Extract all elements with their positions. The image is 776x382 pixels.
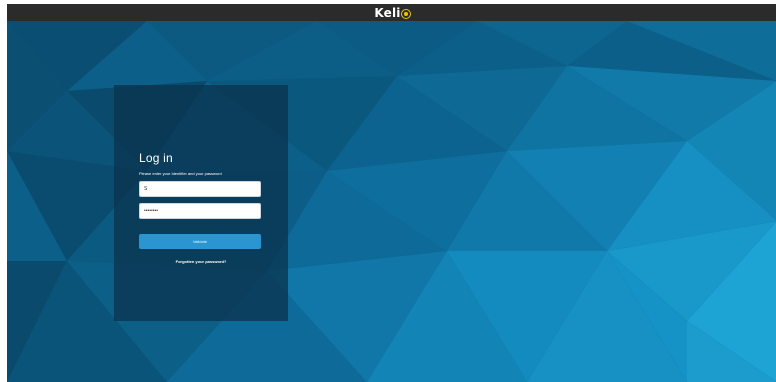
login-subtitle: Please enter your Identifier and your pa… [139, 171, 222, 176]
identifier-input[interactable] [139, 181, 261, 197]
password-input[interactable] [139, 203, 261, 219]
login-title: Log in [139, 151, 173, 165]
app-window: Keli Log in Please enter your Identifier… [7, 4, 776, 382]
kelio-logo: Keli [374, 5, 410, 20]
logo-text: Keli [374, 5, 401, 20]
login-panel: Log in Please enter your Identifier and … [114, 85, 288, 321]
top-bar: Keli [7, 4, 776, 21]
forgot-password-link[interactable]: Forgotten your password? [114, 259, 288, 264]
validate-button[interactable]: Validate [139, 234, 261, 249]
logo-o-icon [401, 9, 410, 18]
